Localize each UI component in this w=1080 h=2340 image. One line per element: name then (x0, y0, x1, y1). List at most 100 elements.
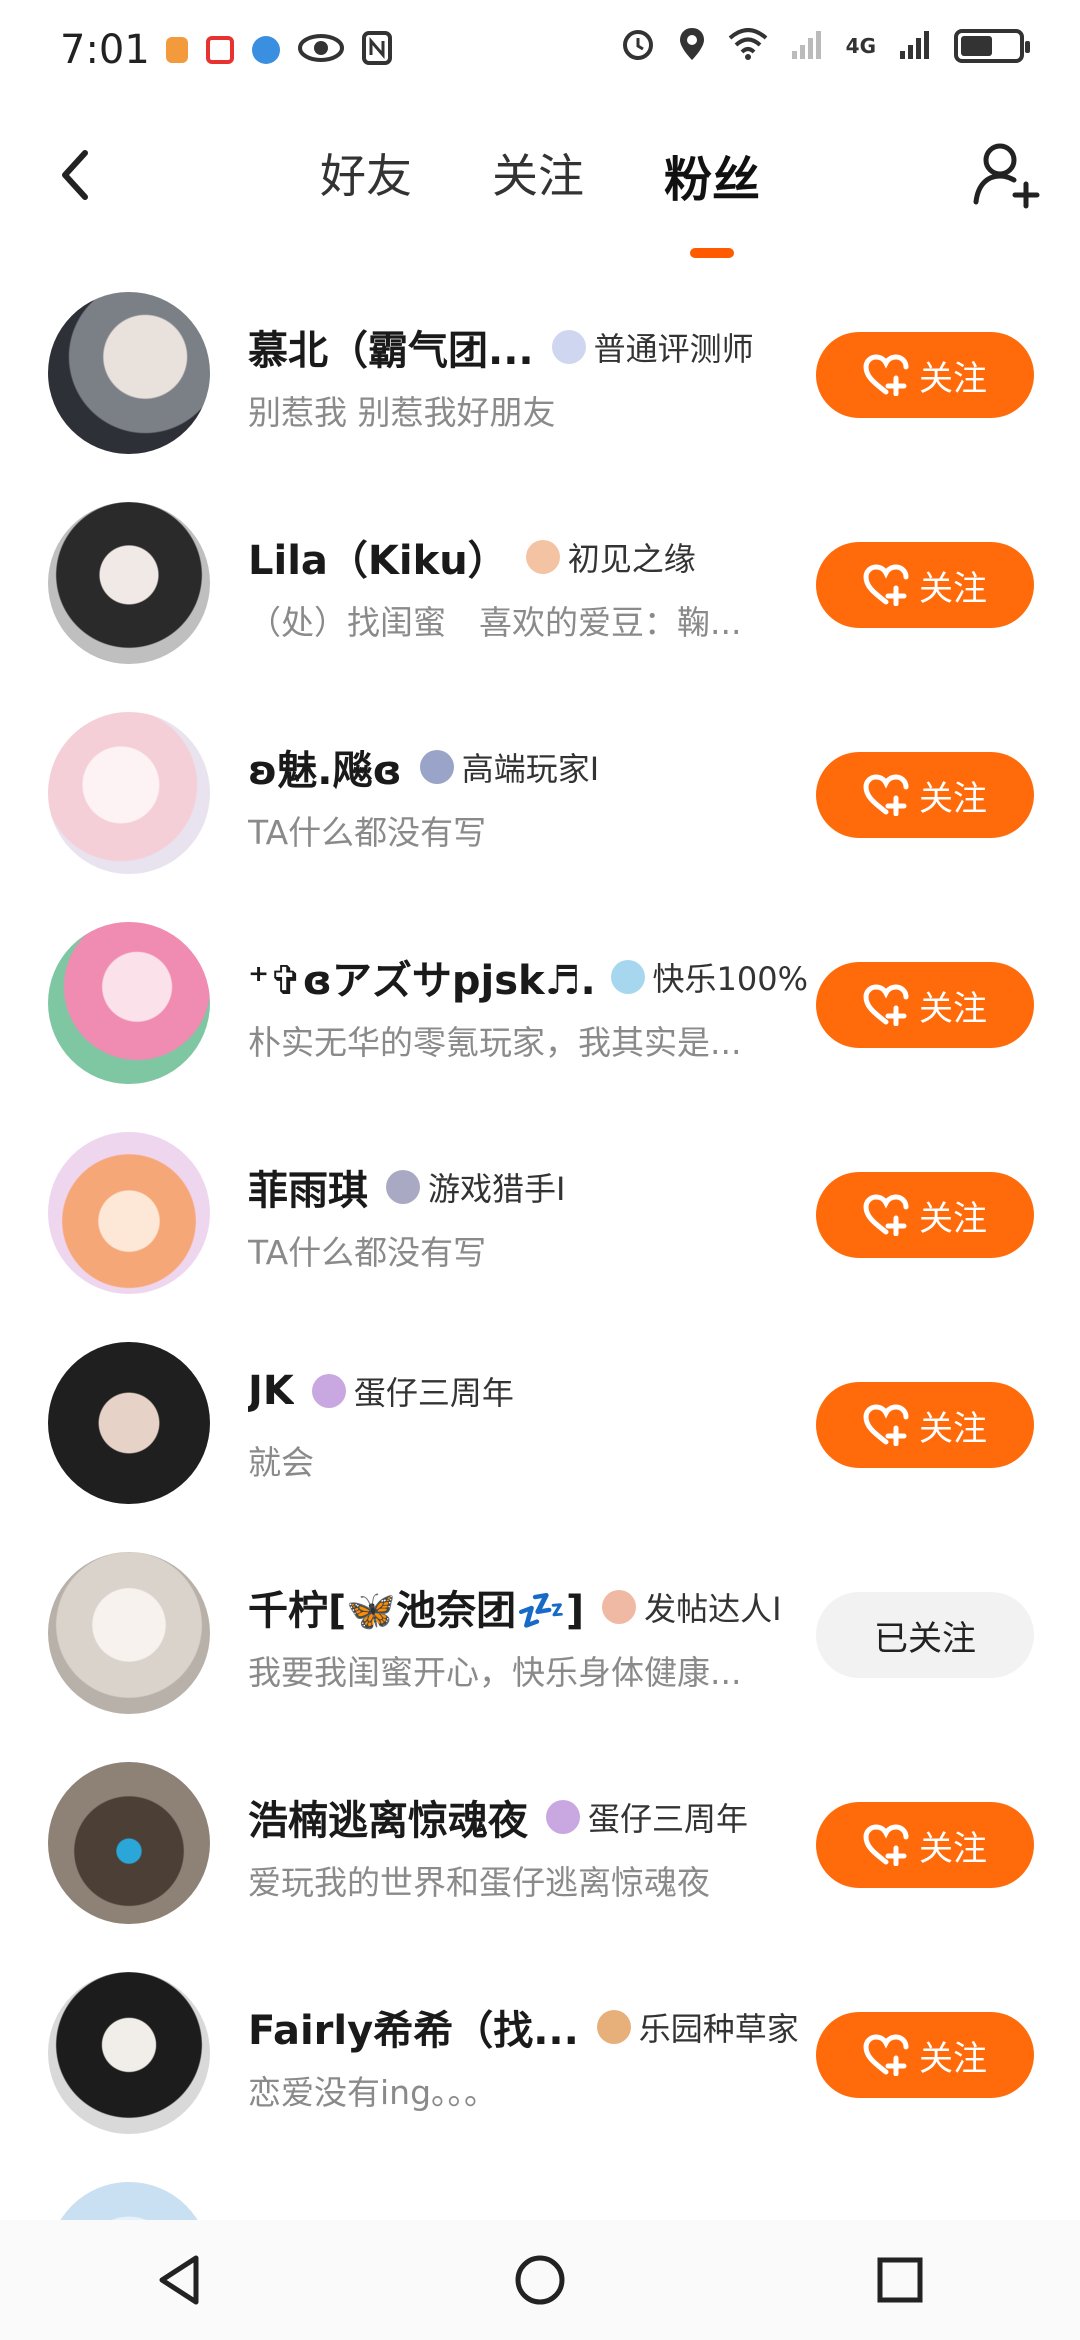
followed-label: 已关注 (874, 1618, 976, 1659)
user-badge: 初见之缘 (525, 534, 696, 580)
heart-plus-icon (863, 354, 909, 396)
follow-label: 关注 (919, 1828, 987, 1869)
user-bio: 别惹我 别惹我好朋友 (248, 393, 556, 432)
battery-icon (954, 29, 1030, 63)
tab-label: 粉丝 (663, 152, 760, 208)
system-nav-bar (0, 2220, 1080, 2340)
badge-icon (602, 1590, 637, 1624)
list-item[interactable]: 千柠[🦋池奈团💤] 发帖达人Ⅰ 我要我闺蜜开心，快乐身体健康... 已关注 (0, 1540, 1080, 1750)
circle-home-icon (515, 2255, 565, 2305)
badge-label: 普通评测师 (593, 330, 754, 368)
heart-plus-icon (863, 774, 909, 816)
triangle-back-icon (159, 2255, 199, 2305)
follow-label: 关注 (919, 778, 987, 819)
status-left-icons (165, 31, 392, 69)
list-item[interactable]: JK 蛋仔三周年 就会 关注 (0, 1330, 1080, 1540)
notification-icon (165, 37, 188, 63)
badge-label: 蛋仔三周年 (353, 1374, 514, 1412)
badge-icon (551, 330, 586, 364)
alarm-icon (620, 26, 656, 66)
avatar[interactable] (48, 292, 210, 454)
tab-label: 好友 (319, 149, 412, 203)
add-friend-button[interactable] (966, 134, 1046, 214)
follow-label: 关注 (919, 1408, 987, 1449)
avatar[interactable] (48, 712, 210, 874)
avatar[interactable] (48, 1342, 210, 1504)
nav-back-button[interactable] (140, 2240, 220, 2320)
follow-button[interactable]: 关注 (816, 2012, 1034, 2098)
location-icon (678, 26, 706, 66)
name-line: Lila（Kiku） 初见之缘 (248, 528, 808, 586)
status-bar: 7:01 4G (0, 0, 1080, 100)
badge-label: 发帖达人Ⅰ (644, 1590, 782, 1628)
header: 好友 关注 粉丝 (0, 120, 1080, 260)
avatar[interactable] (48, 1552, 210, 1714)
nav-recents-button[interactable] (860, 2240, 940, 2320)
follow-button[interactable]: 关注 (816, 542, 1034, 628)
user-name: 菲雨琪 (248, 1168, 368, 1214)
user-bio: TA什么都没有写 (248, 1233, 487, 1272)
tab-friends[interactable]: 好友 (310, 130, 422, 220)
avatar[interactable] (48, 1132, 210, 1294)
avatar[interactable] (48, 1972, 210, 2134)
avatar[interactable] (48, 1762, 210, 1924)
user-name: 千柠[🦋池奈团💤] (248, 1588, 585, 1634)
user-name: ʚ魅.飚ɞ (248, 748, 402, 794)
user-badge: 普通评测师 (551, 324, 754, 370)
user-bio: 朴实无华的零氪玩家，我其实是... (248, 1023, 742, 1062)
follow-label: 关注 (919, 568, 987, 609)
badge-icon (525, 540, 560, 574)
wifi-icon (728, 28, 768, 64)
follow-button[interactable]: 关注 (816, 1172, 1034, 1258)
followed-button[interactable]: 已关注 (816, 1592, 1034, 1678)
user-bio: TA什么都没有写 (248, 813, 487, 852)
user-bio: 恋爱没有ing。。。 (248, 2073, 498, 2112)
name-line: Fairly希希（找... 乐园种草家 (248, 1998, 808, 2056)
eye-icon (297, 33, 344, 67)
user-badge: 发帖达人Ⅰ (602, 1584, 782, 1630)
signal-icon (790, 27, 824, 65)
tab-following[interactable]: 关注 (482, 130, 594, 220)
list-item[interactable]: Lila（Kiku） 初见之缘 （处）找闺蜜 喜欢的爱豆：鞠... 关注 (0, 490, 1080, 700)
user-badge: 蛋仔三周年 (311, 1368, 514, 1414)
list-item[interactable]: 慕北（霸气团... 普通评测师 别惹我 别惹我好朋友 关注 (0, 280, 1080, 490)
avatar[interactable] (48, 922, 210, 1084)
follow-button[interactable]: 关注 (816, 1382, 1034, 1468)
browser-icon (251, 36, 280, 64)
signal-4g-icon (898, 27, 932, 65)
follow-label: 关注 (919, 1198, 987, 1239)
tab-fans[interactable]: 粉丝 (654, 130, 770, 258)
list-item[interactable]: 浩楠逃离惊魂夜 蛋仔三周年 爱玩我的世界和蛋仔逃离惊魂夜 关注 (0, 1750, 1080, 1960)
list-item[interactable]: ⁺✞ɞアズサpjsk♬... 快乐100% 朴实无华的零氪玩家，我其实是... … (0, 910, 1080, 1120)
follow-button[interactable]: 关注 (816, 332, 1034, 418)
badge-label: 快乐100% (652, 960, 809, 998)
nav-home-button[interactable] (500, 2240, 580, 2320)
user-badge: 游戏猎手Ⅰ (386, 1164, 565, 1210)
heart-plus-icon (863, 564, 909, 606)
name-line: 菲雨琪 游戏猎手Ⅰ (248, 1158, 808, 1216)
nfc-icon (361, 31, 392, 69)
user-name: Lila（Kiku） (248, 538, 508, 584)
name-line: ʚ魅.飚ɞ 高端玩家Ⅰ (248, 738, 808, 796)
list-item[interactable]: ʚ魅.飚ɞ 高端玩家Ⅰ TA什么都没有写 关注 (0, 700, 1080, 910)
follow-label: 关注 (919, 2038, 987, 2079)
follow-button[interactable]: 关注 (816, 752, 1034, 838)
follow-button[interactable]: 关注 (816, 962, 1034, 1048)
battery-level (961, 36, 992, 56)
user-name: ⁺✞ɞアズサpjsk♬... (248, 958, 593, 1004)
user-bio: （处）找闺蜜 喜欢的爱豆：鞠... (248, 603, 742, 642)
badge-icon (419, 750, 454, 784)
list-item[interactable]: 菲雨琪 游戏猎手Ⅰ TA什么都没有写 关注 (0, 1120, 1080, 1330)
badge-label: 初见之缘 (567, 540, 696, 578)
heart-plus-icon (863, 2034, 909, 2076)
name-line: 千柠[🦋池奈团💤] 发帖达人Ⅰ (248, 1578, 808, 1636)
avatar[interactable] (48, 502, 210, 664)
follow-label: 关注 (919, 988, 987, 1029)
list-item[interactable]: Fairly希希（找... 乐园种草家 恋爱没有ing。。。 关注 (0, 1960, 1080, 2170)
user-badge: 乐园种草家 (596, 2004, 799, 2050)
follow-button[interactable]: 关注 (816, 1802, 1034, 1888)
heart-plus-icon (863, 984, 909, 1026)
status-time: 7:01 (60, 27, 150, 73)
name-line: ⁺✞ɞアズサpjsk♬... 快乐100% (248, 948, 808, 1006)
name-line: JK 蛋仔三周年 (248, 1368, 808, 1414)
